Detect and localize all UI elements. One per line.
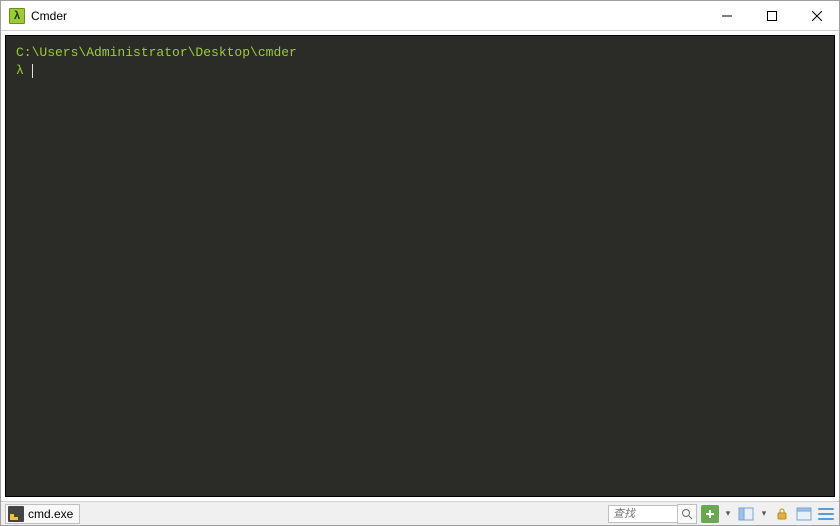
console-tab[interactable]: cmd.exe xyxy=(5,504,80,524)
statusbar: cmd.exe ▾ ▾ xyxy=(1,501,839,525)
minimize-button[interactable] xyxy=(704,1,749,30)
menu-button[interactable] xyxy=(817,505,835,523)
lock-icon xyxy=(775,507,789,521)
console-tab-label: cmd.exe xyxy=(28,507,73,521)
window-title: Cmder xyxy=(31,9,67,23)
app-window: λ Cmder C:\Users\Administrator\Desktop\c… xyxy=(0,0,840,526)
search-container xyxy=(608,504,697,524)
close-icon xyxy=(812,11,822,21)
titlebar-left: λ Cmder xyxy=(1,8,67,24)
new-console-dropdown[interactable]: ▾ xyxy=(723,505,733,523)
window-controls xyxy=(704,1,839,30)
maximize-button[interactable] xyxy=(749,1,794,30)
plus-icon xyxy=(701,505,719,523)
terminal-cursor xyxy=(32,64,33,78)
terminal-area[interactable]: C:\Users\Administrator\Desktop\cmder λ xyxy=(5,35,835,497)
terminal-prompt-line: λ xyxy=(16,62,824,80)
show-tabs-dropdown[interactable]: ▾ xyxy=(759,505,769,523)
panels-icon xyxy=(738,506,754,522)
toolbar-button[interactable] xyxy=(795,505,813,523)
new-console-button[interactable] xyxy=(701,505,719,523)
terminal-prompt-symbol: λ xyxy=(16,63,24,78)
lock-button[interactable] xyxy=(773,505,791,523)
close-button[interactable] xyxy=(794,1,839,30)
search-icon xyxy=(681,508,693,520)
hamburger-icon xyxy=(818,508,834,520)
search-button[interactable] xyxy=(677,504,697,524)
console-tab-icon xyxy=(8,506,24,522)
app-icon: λ xyxy=(9,8,25,24)
show-tabs-button[interactable] xyxy=(737,505,755,523)
maximize-icon xyxy=(767,11,777,21)
toolbar-icon xyxy=(796,506,812,522)
terminal-cwd: C:\Users\Administrator\Desktop\cmder xyxy=(16,44,824,62)
minimize-icon xyxy=(722,11,732,21)
search-input[interactable] xyxy=(608,505,678,523)
statusbar-right: ▾ ▾ xyxy=(608,504,835,524)
titlebar[interactable]: λ Cmder xyxy=(1,1,839,31)
